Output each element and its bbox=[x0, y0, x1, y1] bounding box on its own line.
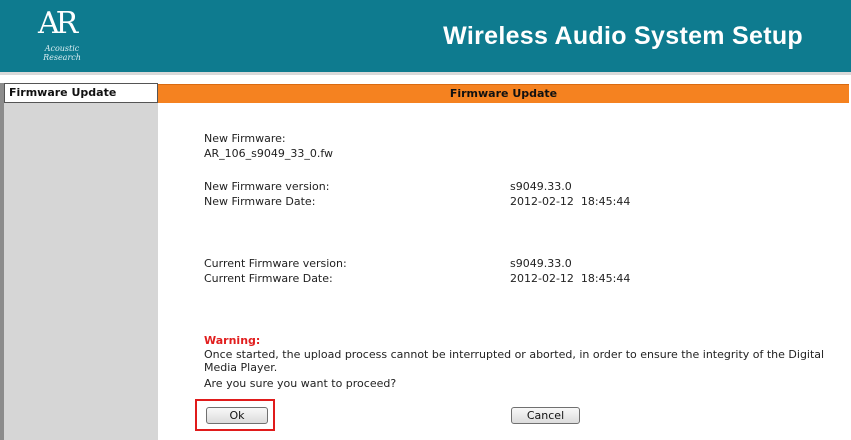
new-firmware-version-label: New Firmware version: bbox=[204, 180, 330, 193]
current-firmware-date-label: Current Firmware Date: bbox=[204, 272, 333, 285]
header-divider bbox=[0, 72, 851, 75]
logo-mark: AR bbox=[38, 6, 78, 41]
ok-button[interactable]: Ok bbox=[206, 407, 268, 424]
warning-message: Once started, the upload process cannot … bbox=[204, 348, 825, 374]
acoustic-research-logo: AR Acoustic Research bbox=[30, 6, 110, 68]
current-firmware-date-value: 2012-02-12 18:45:44 bbox=[510, 272, 631, 285]
sidebar bbox=[0, 83, 158, 440]
header-banner: AR Acoustic Research Wireless Audio Syst… bbox=[0, 0, 851, 72]
logo-text: Acoustic Research bbox=[43, 44, 81, 62]
new-firmware-date-value: 2012-02-12 18:45:44 bbox=[510, 195, 631, 208]
section-title-bar: Firmware Update bbox=[158, 84, 849, 103]
new-firmware-version-value: s9049.33.0 bbox=[510, 180, 572, 193]
section-title: Firmware Update bbox=[449, 87, 558, 100]
new-firmware-file: AR_106_s9049_33_0.fw bbox=[204, 147, 334, 160]
sidebar-item-firmware-update[interactable]: Firmware Update bbox=[4, 83, 158, 103]
new-firmware-label: New Firmware: bbox=[204, 132, 286, 145]
warning-label: Warning: bbox=[204, 334, 261, 347]
app-title: Wireless Audio System Setup bbox=[443, 22, 803, 50]
current-firmware-version-value: s9049.33.0 bbox=[510, 257, 572, 270]
current-firmware-version-label: Current Firmware version: bbox=[204, 257, 347, 270]
firmware-update-panel: New Firmware: AR_106_s9049_33_0.fw New F… bbox=[158, 102, 851, 440]
new-firmware-date-label: New Firmware Date: bbox=[204, 195, 316, 208]
cancel-button[interactable]: Cancel bbox=[511, 407, 580, 424]
confirm-question: Are you sure you want to proceed? bbox=[204, 377, 397, 390]
